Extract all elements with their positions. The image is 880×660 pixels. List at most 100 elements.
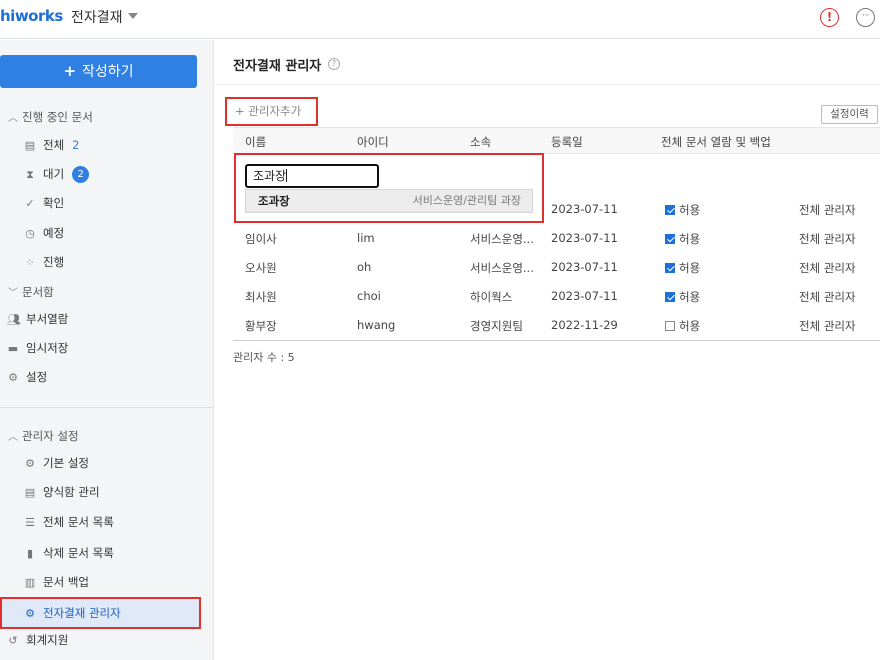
sidebar-item-label: 설정: [26, 370, 48, 384]
sidebar-item-label: 전체: [43, 138, 65, 152]
cell-dept: 서비스운영...: [470, 261, 534, 275]
document-icon: ▤: [24, 486, 36, 499]
cell-name: 최사원: [245, 290, 277, 304]
table-row: 오사원 oh 서비스운영... 2023-07-11 허용 전체 관리자: [233, 253, 880, 282]
add-admin-button[interactable]: + 관리자추가: [225, 97, 318, 126]
more-icon[interactable]: ···: [856, 8, 875, 27]
cell-role: 전체 관리자: [799, 290, 856, 304]
sidebar-item-confirm[interactable]: ✓ 확인: [24, 192, 64, 214]
sidebar-item-label: 예정: [43, 226, 65, 240]
sidebar-item-label: 임시저장: [26, 341, 69, 355]
admin-search-panel: 조과장 조과장 서비스운영/관리팀 과장: [234, 153, 544, 223]
help-icon[interactable]: ?: [328, 58, 340, 70]
access-checkbox[interactable]: [665, 292, 675, 302]
check-icon: ✓: [25, 197, 35, 210]
autocomplete-suggestion[interactable]: 조과장 서비스운영/관리팀 과장: [245, 189, 533, 213]
cell-role: 전체 관리자: [799, 261, 856, 275]
cell-access: 허용: [665, 318, 700, 334]
user-gear-icon: ⚙: [25, 607, 35, 620]
page-title: 전자결재 관리자: [233, 59, 322, 74]
settings-history-button[interactable]: 설정이력: [821, 105, 878, 124]
chevron-up-icon: ︿: [8, 113, 18, 124]
cell-role: 전체 관리자: [799, 232, 856, 246]
plus-icon: +: [63, 62, 77, 80]
sidebar-item-all-documents[interactable]: ☰ 전체 문서 목록: [24, 511, 114, 533]
spinner-icon: ⁘: [25, 256, 35, 269]
sidebar-item-label: 전자결재 관리자: [43, 606, 121, 620]
sidebar-item-document-backup[interactable]: ▥ 문서 백업: [24, 571, 89, 593]
access-label: 허용: [679, 261, 701, 275]
search-input-value: 조과장: [253, 169, 287, 183]
list-icon: ☰: [25, 516, 35, 529]
sidebar-item-all[interactable]: ▤ 전체 2: [24, 134, 80, 156]
chevron-up-icon: ︿: [8, 432, 18, 443]
sidebar-item-approval-admin[interactable]: ⚙ 전자결재 관리자: [0, 597, 201, 629]
section-in-progress[interactable]: ︿ 진행 중인 문서: [8, 109, 93, 125]
cell-name: 황부장: [245, 319, 277, 333]
cell-dept: 서비스운영...: [470, 232, 534, 246]
suggestion-name: 조과장: [258, 194, 290, 208]
trash-icon: ▮: [26, 547, 34, 560]
sidebar-item-drafts[interactable]: ▬ 임시저장: [7, 337, 69, 359]
top-bar: hiworks 전자결재 ! ···: [0, 0, 880, 39]
section-label: 문서함: [22, 285, 54, 299]
backup-icon: ▥: [24, 576, 36, 589]
sidebar-item-basic-settings[interactable]: ⚙ 기본 설정: [24, 452, 89, 474]
access-label: 허용: [679, 319, 701, 333]
admin-search-input[interactable]: 조과장: [245, 164, 379, 188]
sidebar-item-accounting[interactable]: ↺ 회계지원: [7, 629, 68, 651]
section-docbox[interactable]: ﹀ 문서함: [8, 284, 54, 300]
sidebar-item-label: 확인: [43, 196, 65, 210]
cell-id: hwang: [357, 318, 396, 332]
main-content: 전자결재 관리자 ? + 관리자추가 설정이력 이름 아이디 소속 등록일 전체…: [215, 40, 880, 660]
tray-icon: ▬: [7, 342, 19, 355]
cell-access: 허용: [665, 231, 700, 247]
sidebar-item-settings[interactable]: ⚙ 설정: [7, 366, 47, 388]
column-header-id: 아이디: [357, 135, 389, 149]
users-icon: 👥︎: [7, 313, 21, 326]
document-icon: ▤: [24, 139, 36, 152]
table-header: 이름 아이디 소속 등록일 전체 문서 열람 및 백업: [233, 127, 880, 154]
cell-access: 허용: [665, 289, 700, 305]
admin-count: 관리자 수 : 5: [233, 351, 295, 364]
hiworks-logo[interactable]: hiworks: [0, 7, 63, 25]
column-header-dept: 소속: [470, 135, 492, 149]
count-label: 2: [72, 138, 80, 152]
sidebar-item-label: 진행: [43, 255, 65, 269]
cell-id: oh: [357, 260, 372, 274]
access-checkbox[interactable]: [665, 234, 675, 244]
cell-name: 오사원: [245, 261, 277, 275]
sidebar-item-waiting[interactable]: ⧗ 대기 2: [24, 163, 90, 185]
cell-role: 전체 관리자: [799, 319, 856, 333]
sidebar-item-approval-admin-row[interactable]: ⚙ 전자결재 관리자: [24, 602, 121, 624]
sidebar-item-scheduled[interactable]: ◷ 예정: [24, 222, 64, 244]
access-checkbox[interactable]: [665, 263, 675, 273]
sidebar-item-label: 삭제 문서 목록: [43, 546, 114, 560]
text-caret: [286, 169, 288, 182]
write-button[interactable]: + 작성하기: [0, 55, 197, 88]
section-admin[interactable]: ︿ 관리자 설정: [8, 428, 79, 444]
sidebar-item-dept-view[interactable]: 👥︎ 부서열람: [7, 308, 68, 330]
gear-icon: ⚙: [25, 457, 35, 470]
cell-dept: 경영지원팀: [470, 319, 523, 333]
cell-date: 2023-07-11: [551, 289, 618, 303]
cell-role: 전체 관리자: [799, 203, 856, 217]
sidebar-item-form-management[interactable]: ▤ 양식함 관리: [24, 481, 100, 503]
access-label: 허용: [679, 203, 701, 217]
access-checkbox[interactable]: [665, 205, 675, 215]
suggestion-dept: 서비스운영/관리팀 과장: [412, 194, 521, 207]
cell-date: 2023-07-11: [551, 260, 618, 274]
history-icon: ↺: [8, 634, 18, 647]
sidebar-item-in-progress[interactable]: ⁘ 진행: [24, 251, 64, 273]
cell-access: 허용: [665, 260, 700, 276]
app-title[interactable]: 전자결재: [71, 7, 123, 27]
chevron-down-icon[interactable]: [128, 13, 138, 19]
sidebar-item-label: 문서 백업: [43, 575, 89, 589]
write-button-label: 작성하기: [82, 64, 134, 80]
sidebar-item-label: 기본 설정: [43, 456, 89, 470]
access-checkbox[interactable]: [665, 321, 675, 331]
cell-id: choi: [357, 289, 381, 303]
alert-icon[interactable]: !: [820, 8, 839, 27]
sidebar-divider: [0, 407, 214, 408]
sidebar-item-deleted-documents[interactable]: ▮ 삭제 문서 목록: [24, 542, 114, 564]
